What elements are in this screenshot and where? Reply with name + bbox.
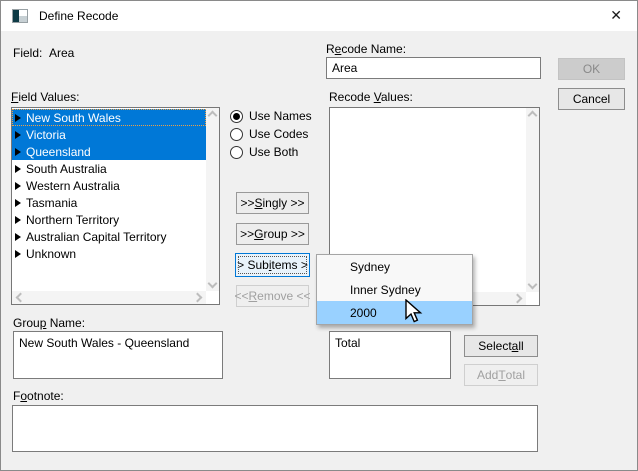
- scroll-down-icon[interactable]: [528, 280, 538, 290]
- title-bar[interactable]: Define Recode ✕: [1, 1, 637, 31]
- menu-item-2000[interactable]: 2000: [317, 301, 472, 324]
- field-values-label: Field Values:: [11, 90, 80, 104]
- list-item[interactable]: Unknown: [12, 245, 206, 262]
- radio-use-names[interactable]: Use Names: [230, 107, 312, 125]
- list-item-label: Australian Capital Territory: [26, 230, 167, 244]
- list-item-label: Victoria: [26, 128, 66, 142]
- list-item-label: Queensland: [26, 145, 91, 159]
- radio-label: Use Names: [249, 109, 312, 123]
- scroll-left-icon[interactable]: [16, 293, 26, 303]
- field-value: Area: [49, 46, 74, 60]
- triangle-right-icon: [15, 131, 21, 139]
- scroll-down-icon[interactable]: [208, 279, 218, 289]
- use-names-radio-group: Use Names Use Codes Use Both: [230, 107, 312, 161]
- field-values-listbox: New South Wales Victoria Queensland South A…: [11, 107, 220, 305]
- list-item[interactable]: New South Wales: [12, 109, 206, 126]
- list-item-label: Western Australia: [26, 179, 120, 193]
- scroll-right-icon[interactable]: [513, 294, 523, 304]
- triangle-right-icon: [15, 250, 21, 258]
- list-item[interactable]: Australian Capital Territory: [12, 228, 206, 245]
- list-item-label: Northern Territory: [26, 213, 119, 227]
- group-name-value: New South Wales - Queensland: [19, 336, 189, 350]
- subitems-button[interactable]: > Subitems >: [235, 253, 310, 277]
- close-icon[interactable]: ✕: [610, 7, 622, 24]
- app-icon: [12, 9, 28, 23]
- radio-label: Use Codes: [249, 127, 308, 141]
- subitems-popup-menu: SydneyInner Sydney2000: [316, 254, 473, 325]
- recode-name-label: Recode Name:: [326, 42, 406, 56]
- field-values-list[interactable]: New South Wales Victoria Queensland South A…: [12, 108, 206, 291]
- group-name-box[interactable]: New South Wales - Queensland: [13, 331, 223, 379]
- group-name-label: Group Name:: [13, 316, 85, 330]
- radio-circle-icon[interactable]: [230, 128, 243, 141]
- list-item[interactable]: Queensland: [12, 143, 206, 160]
- radio-use-codes[interactable]: Use Codes: [230, 125, 312, 143]
- list-item-label: New South Wales: [26, 111, 121, 125]
- menu-item-inner-sydney[interactable]: Inner Sydney: [317, 278, 472, 301]
- group-button[interactable]: >> Group >>: [236, 223, 309, 245]
- list-item[interactable]: Victoria: [12, 126, 206, 143]
- total-name-value: Total: [335, 336, 360, 350]
- triangle-right-icon: [15, 199, 21, 207]
- list-item[interactable]: Tasmania: [12, 194, 206, 211]
- ok-button[interactable]: OK: [558, 58, 625, 80]
- recode-values-vertical-scrollbar[interactable]: [526, 108, 539, 292]
- radio-circle-icon[interactable]: [230, 110, 243, 123]
- define-recode-dialog: Define Recode ✕ Field: Area Recode Name:…: [0, 0, 638, 471]
- scroll-up-icon[interactable]: [208, 111, 218, 121]
- list-item-label: South Australia: [26, 162, 107, 176]
- footnote-box[interactable]: [12, 405, 538, 452]
- select-all-button[interactable]: Select all: [464, 335, 538, 357]
- list-item[interactable]: Northern Territory: [12, 211, 206, 228]
- triangle-right-icon: [15, 148, 21, 156]
- window-title: Define Recode: [39, 9, 118, 23]
- triangle-right-icon: [15, 182, 21, 190]
- recode-name-input[interactable]: [326, 57, 541, 79]
- radio-label: Use Both: [249, 145, 298, 159]
- remove-button[interactable]: << Remove <<: [236, 285, 309, 307]
- radio-circle-icon[interactable]: [230, 146, 243, 159]
- scroll-right-icon[interactable]: [193, 293, 203, 303]
- footnote-label: Footnote:: [13, 389, 64, 403]
- field-label: Field:: [13, 46, 42, 60]
- triangle-right-icon: [15, 233, 21, 241]
- field-values-vertical-scrollbar[interactable]: [206, 108, 219, 291]
- total-name-box[interactable]: Total: [329, 331, 451, 379]
- menu-item-sydney[interactable]: Sydney: [317, 255, 472, 278]
- radio-use-both[interactable]: Use Both: [230, 143, 312, 161]
- list-item-label: Unknown: [26, 247, 76, 261]
- cancel-button[interactable]: Cancel: [558, 88, 625, 110]
- list-item[interactable]: Western Australia: [12, 177, 206, 194]
- add-total-button[interactable]: Add Total: [464, 364, 538, 386]
- triangle-right-icon: [15, 114, 21, 122]
- list-item-label: Tasmania: [26, 196, 77, 210]
- triangle-right-icon: [15, 216, 21, 224]
- recode-values-label: Recode Values:: [329, 90, 413, 104]
- scroll-up-icon[interactable]: [528, 111, 538, 121]
- field-values-horizontal-scrollbar[interactable]: [12, 291, 206, 304]
- triangle-right-icon: [15, 165, 21, 173]
- list-item[interactable]: South Australia: [12, 160, 206, 177]
- singly-button[interactable]: >> Singly >>: [236, 192, 309, 214]
